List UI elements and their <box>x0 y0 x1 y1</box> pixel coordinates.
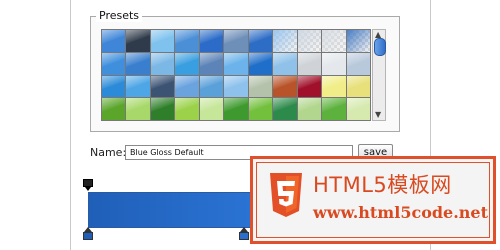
preset-swatch[interactable] <box>150 75 175 98</box>
preset-swatch[interactable] <box>248 30 273 52</box>
preset-swatch[interactable] <box>297 98 322 120</box>
preset-swatch[interactable] <box>346 30 370 52</box>
preset-swatch[interactable] <box>102 98 126 120</box>
color-stop-marker[interactable] <box>82 227 94 241</box>
left-panel-divider <box>70 0 71 250</box>
preset-swatch[interactable] <box>248 52 273 75</box>
preset-swatch[interactable] <box>322 98 346 120</box>
preset-swatch[interactable] <box>126 30 150 52</box>
preset-swatch[interactable] <box>150 30 175 52</box>
watermark-badge: HTML5模板网 www.html5code.net <box>250 156 496 244</box>
preset-swatch[interactable] <box>224 30 248 52</box>
preset-swatch[interactable] <box>224 98 248 120</box>
preset-swatch[interactable] <box>248 98 273 120</box>
preset-swatch[interactable] <box>248 75 273 98</box>
preset-swatch[interactable] <box>273 30 297 52</box>
preset-swatch[interactable] <box>199 98 224 120</box>
preset-swatch[interactable] <box>297 30 322 52</box>
scroll-down-arrow-icon[interactable]: ▼ <box>375 111 381 119</box>
preset-swatch[interactable] <box>297 52 322 75</box>
opacity-stop-marker[interactable] <box>83 176 93 191</box>
preset-swatch[interactable] <box>199 30 224 52</box>
preset-swatch[interactable] <box>175 98 199 120</box>
preset-swatch[interactable] <box>102 52 126 75</box>
presets-scrollbar[interactable]: ▲ ▼ <box>372 29 386 121</box>
name-label: Name: <box>90 146 127 159</box>
watermark-url: www.html5code.net <box>313 203 488 222</box>
preset-swatch[interactable] <box>102 75 126 98</box>
preset-swatch[interactable] <box>126 52 150 75</box>
preset-swatch[interactable] <box>273 52 297 75</box>
preset-swatch[interactable] <box>199 52 224 75</box>
preset-swatch[interactable] <box>346 75 370 98</box>
preset-swatch[interactable] <box>273 98 297 120</box>
html5-logo-icon <box>270 173 302 217</box>
preset-swatch[interactable] <box>346 52 370 75</box>
preset-swatch[interactable] <box>175 52 199 75</box>
preset-swatch[interactable] <box>199 75 224 98</box>
preset-swatch[interactable] <box>224 52 248 75</box>
preset-swatch-grid <box>101 29 371 121</box>
preset-swatch[interactable] <box>175 75 199 98</box>
preset-swatch[interactable] <box>126 75 150 98</box>
preset-swatch[interactable] <box>102 30 126 52</box>
preset-swatch[interactable] <box>150 52 175 75</box>
watermark-title: HTML5模板网 <box>313 173 452 197</box>
preset-swatch[interactable] <box>150 98 175 120</box>
presets-legend: Presets <box>96 9 143 22</box>
preset-swatch[interactable] <box>322 30 346 52</box>
preset-swatch[interactable] <box>224 75 248 98</box>
scroll-thumb[interactable] <box>374 38 386 56</box>
preset-swatch[interactable] <box>297 75 322 98</box>
preset-swatch[interactable] <box>273 75 297 98</box>
preset-swatch[interactable] <box>126 98 150 120</box>
preset-swatch[interactable] <box>322 52 346 75</box>
preset-swatch[interactable] <box>322 75 346 98</box>
preset-swatch[interactable] <box>346 98 370 120</box>
gradient-preview-bar <box>88 192 258 228</box>
preset-swatch[interactable] <box>175 30 199 52</box>
color-stop-marker[interactable] <box>238 227 250 241</box>
